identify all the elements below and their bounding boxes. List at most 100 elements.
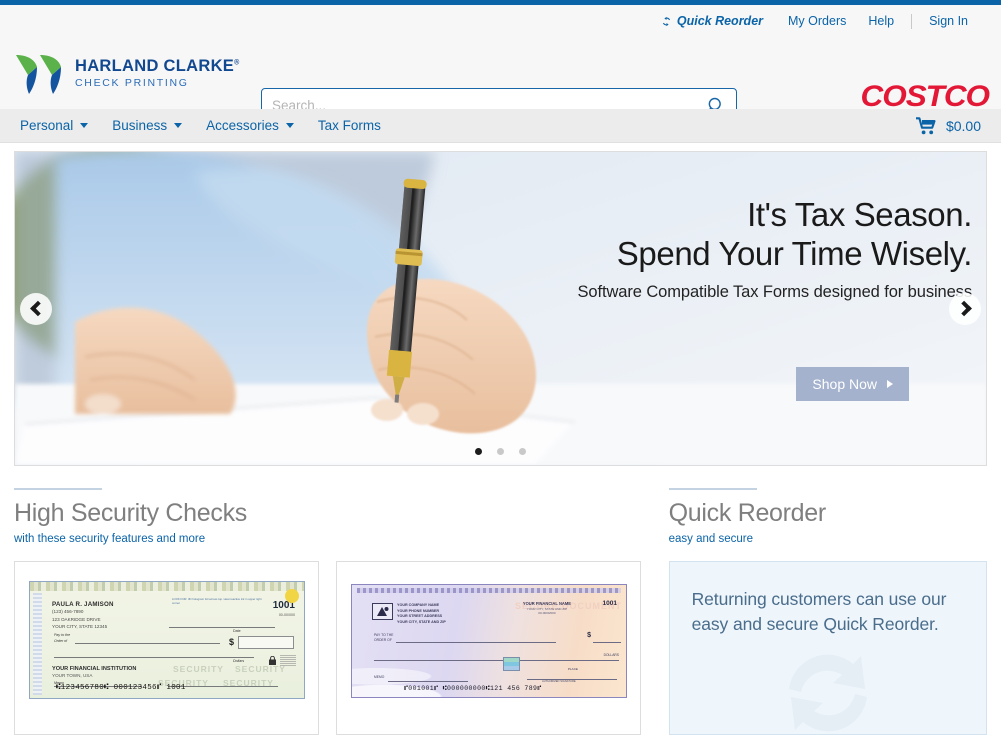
sign-in-label: Sign In [929, 14, 968, 29]
carousel-prev-button[interactable] [20, 292, 52, 325]
chevron-right-icon [955, 300, 972, 317]
check-top-border [357, 588, 621, 593]
check-payee-phone: (123) 456-7890 [52, 609, 84, 614]
section-rule [668, 488, 757, 490]
check-number: 1001 [602, 600, 617, 607]
utility-bar: Quick Reorder My Orders Help Sign In [0, 5, 1001, 38]
content-sections: High Security Checks with these security… [0, 488, 1001, 735]
quick-reorder-section: Quick Reorder easy and secure Returning … [668, 488, 987, 735]
sign-in-link[interactable]: Sign In [918, 15, 979, 28]
bank-line-1: YOUR FINANCIAL NAME [522, 601, 571, 606]
nav-label-tax-forms: Tax Forms [317, 118, 381, 133]
hologram-dot [285, 589, 299, 603]
nav-item-accessories[interactable]: Accessories [194, 118, 306, 133]
carousel-dot-3[interactable] [519, 448, 526, 455]
check-payee-name: PAULA R. JAMISON [52, 601, 114, 608]
check-dollar-sign: $ [228, 637, 234, 647]
chevron-down-icon [174, 123, 183, 128]
bank-line-3: 00-0000/000 [538, 611, 556, 615]
chevron-down-icon [285, 123, 294, 128]
logo-title: HARLAND CLARKE® [75, 57, 240, 76]
check-hologram-chip [503, 657, 520, 671]
section-rule [14, 488, 102, 490]
cart-total: $0.00 [945, 117, 981, 134]
cart-button[interactable]: $0.00 [915, 116, 981, 135]
shop-now-label: Shop Now [812, 376, 877, 392]
nav-label-business: Business [112, 118, 168, 133]
check-company-logo [372, 603, 393, 620]
check-pay-to-2: ORDER OF [374, 638, 392, 642]
hero-carousel-container: It's Tax Season. Spend Your Time Wisely.… [0, 143, 1001, 466]
site-header: HARLAND CLARKE® CHECK PRINTING COSTCO WH… [0, 38, 1001, 131]
harland-clarke-logo-icon [16, 54, 61, 94]
check-dollar-sign: $ [587, 632, 591, 639]
check-payee-city: YOUR CITY, STATE 12345 [52, 624, 108, 630]
nav-label-accessories: Accessories [206, 118, 279, 133]
refresh-cycle-icon [788, 654, 867, 732]
nav-item-tax-forms[interactable]: Tax Forms [306, 118, 393, 133]
check-memo-label: MEMO [374, 675, 385, 679]
check-place-label: PLACE [567, 667, 578, 671]
carousel-dots [15, 448, 986, 455]
costco-wordmark: COSTCO [860, 80, 991, 113]
high-security-subtitle: with these security features and more [14, 533, 206, 545]
quick-reorder-title: Quick Reorder [668, 499, 827, 527]
hero-headline-line1: It's Tax Season. [747, 196, 972, 233]
check-bank-city: YOUR TOWN, USA [52, 673, 93, 678]
check-pay-to-1: Pay to the [54, 633, 71, 637]
security-card-heat-reactive[interactable]: SECURE DOCUMENT YOUR COMPANY NAME YOUR P… [336, 561, 641, 735]
check-bank-block: YOUR FINANCIAL INSTITUTION YOUR TOWN, US… [52, 666, 136, 678]
registered-mark: ® [234, 59, 240, 67]
high-security-section: High Security Checks with these security… [14, 488, 655, 735]
main-navigation: Personal Business Accessories Tax Forms … [0, 109, 1001, 143]
carousel-next-button[interactable] [949, 292, 981, 325]
carousel-dot-1[interactable] [475, 448, 482, 455]
check-payee-block: PAULA R. JAMISON (123) 456-7890 123 OAKR… [52, 601, 114, 631]
check-bank-name: YOUR FINANCIAL INSTITUTION [52, 666, 137, 672]
security-card-hologram[interactable]: PAULA R. JAMISON (123) 456-7890 123 OAKR… [14, 561, 319, 735]
arrow-right-icon [887, 380, 893, 388]
company-line-4: YOUR CITY, STATE AND ZIP [397, 620, 446, 625]
hero-carousel: It's Tax Season. Spend Your Time Wisely.… [14, 151, 987, 466]
carousel-dot-2[interactable] [497, 448, 504, 455]
refresh-icon [662, 16, 670, 27]
check-auth-label: AUTHORIZED SIGNATURE [542, 680, 576, 683]
check-sample-purple: SECURE DOCUMENT YOUR COMPANY NAME YOUR P… [351, 584, 627, 698]
check-bank-block: YOUR FINANCIAL NAME YOUR CITY, STATE AND… [523, 601, 571, 615]
my-orders-link[interactable]: My Orders [777, 15, 857, 28]
utility-divider [911, 14, 913, 29]
nav-label-personal: Personal [20, 118, 74, 133]
nav-item-personal[interactable]: Personal [8, 118, 100, 133]
check-routing-fraction: 00-00/000 [278, 613, 295, 617]
quick-reorder-panel[interactable]: Returning customers can use our easy and… [668, 561, 987, 735]
check-date-label: Date [233, 629, 241, 633]
quick-reorder-link[interactable]: Quick Reorder [650, 15, 777, 28]
check-fineprint: LOOK FOR: 3D hologram foil across top. H… [172, 597, 262, 606]
security-cards: PAULA R. JAMISON (123) 456-7890 123 OAKR… [14, 561, 655, 735]
check-micr-line: ⑈001001⑈ ⑆000000000⑆121 456 789⑈ [404, 685, 542, 692]
hologram-strip [30, 582, 304, 591]
check-watermark: SECURITY [235, 664, 286, 674]
company-line-1: YOUR COMPANY NAME [397, 603, 440, 607]
check-dollars-label: DOLLARS [603, 653, 619, 657]
quick-reorder-panel-text: Returning customers can use our easy and… [691, 589, 947, 635]
logo-subtitle: CHECK PRINTING [75, 76, 189, 89]
check-sample-green: PAULA R. JAMISON (123) 456-7890 123 OAKR… [29, 581, 305, 699]
help-link[interactable]: Help [857, 15, 905, 28]
hero-subheadline: Software Compatible Tax Forms designed f… [577, 282, 973, 301]
chevron-down-icon [80, 123, 89, 128]
check-watermark: SECURITY [173, 664, 224, 674]
shopping-cart-icon [915, 116, 936, 134]
hero-text-block: It's Tax Season. Spend Your Time Wisely.… [577, 196, 973, 302]
check-left-border [33, 593, 42, 695]
shop-now-button[interactable]: Shop Now [796, 367, 909, 401]
bank-line-2: YOUR CITY, STATE AND ZIP [526, 606, 568, 611]
check-payee-street: 123 OAKRIDGE DRIVE [52, 616, 101, 622]
check-pay-to-2: Order of [54, 639, 68, 643]
help-label: Help [868, 14, 895, 29]
my-orders-label: My Orders [788, 14, 847, 29]
chevron-left-icon [29, 300, 46, 317]
harland-clarke-logo[interactable]: HARLAND CLARKE® CHECK PRINTING [14, 51, 259, 97]
quick-reorder-label: Quick Reorder [676, 14, 764, 29]
nav-item-business[interactable]: Business [100, 118, 194, 133]
